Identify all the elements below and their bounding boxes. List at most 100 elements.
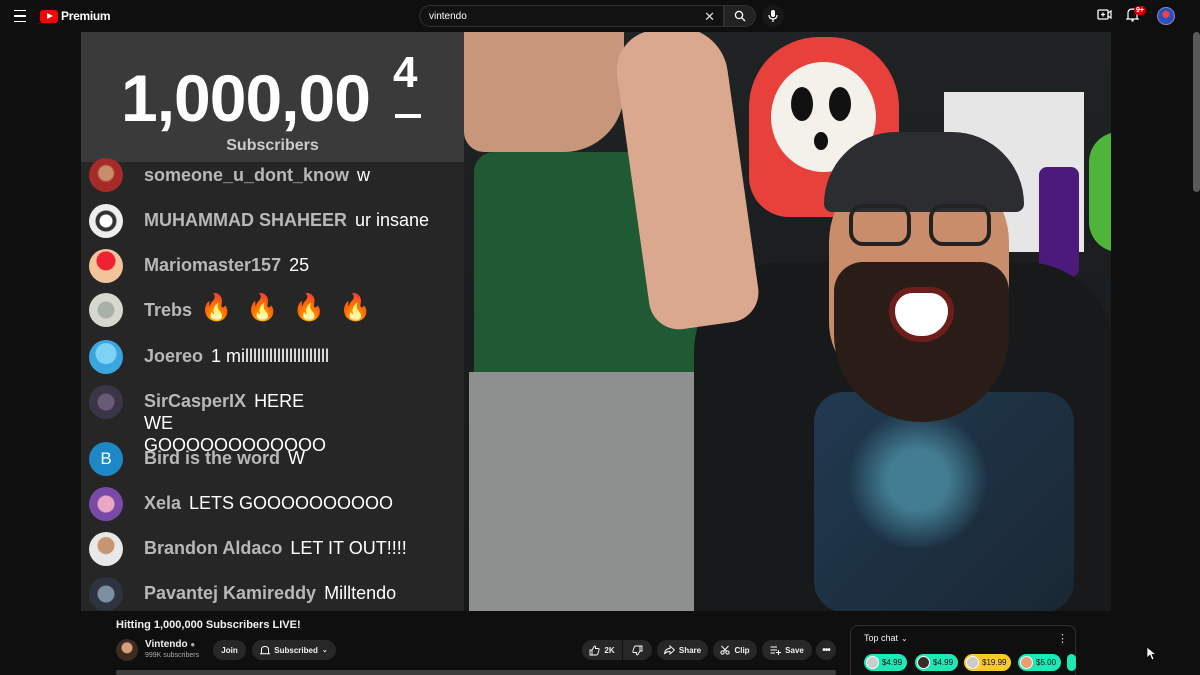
search-icon <box>734 10 746 22</box>
chat-text: LETS GOOOOOOOOOO <box>189 493 394 513</box>
subscriber-count: 999K subscribers <box>145 652 200 659</box>
create-button[interactable] <box>1097 8 1112 26</box>
kebab-icon[interactable]: ⋮ <box>1057 632 1068 645</box>
chat-avatar <box>89 204 123 238</box>
video-details: Hitting 1,000,000 Subscribers LIVE! Vint… <box>0 611 1200 675</box>
page-scrollbar[interactable] <box>1193 32 1200 192</box>
counter-label: Subscribers <box>226 137 319 154</box>
more-actions-button[interactable]: ••• <box>816 640 836 660</box>
chat-message: Joereo 1 milllllllllllllllllllll <box>89 340 329 374</box>
share-button[interactable]: Share <box>657 640 708 660</box>
chat-author: SirCasperIX <box>144 391 247 411</box>
join-button[interactable]: Join <box>213 640 246 660</box>
youtube-logo-icon <box>40 9 58 23</box>
super-chat-amount: $19.99 <box>982 658 1007 667</box>
save-button[interactable]: Save <box>762 640 812 660</box>
super-chat-chip-partial[interactable] <box>1067 654 1076 671</box>
top-bar: Premium ✕ 9+ <box>0 0 1200 32</box>
voice-search-button[interactable] <box>762 5 784 27</box>
chat-author: Joereo <box>144 346 204 366</box>
chat-message: Pavantej Kamireddy Milltendo <box>89 577 396 611</box>
channel-avatar[interactable] <box>116 639 138 661</box>
chat-avatar <box>89 158 123 192</box>
super-chat-avatar <box>1020 656 1033 669</box>
clear-icon[interactable]: ✕ <box>704 9 715 25</box>
chat-author: Trebs <box>144 300 193 320</box>
super-chat-amount: $4.99 <box>933 658 954 667</box>
chat-avatar <box>89 249 123 283</box>
counter-last-digit: 4 <box>393 48 418 97</box>
subscribed-label: Subscribed <box>274 645 318 655</box>
clip-icon <box>720 645 731 655</box>
person-left-arm <box>464 32 624 152</box>
super-chat-avatar <box>966 656 979 669</box>
channel-name[interactable]: Vintendo ● <box>145 639 195 650</box>
super-chat-avatar <box>866 656 879 669</box>
super-chat-chip[interactable]: $4.99 <box>915 654 959 671</box>
chat-avatar <box>89 532 123 566</box>
create-icon <box>1097 9 1112 20</box>
notification-badge: 9+ <box>1134 6 1146 15</box>
stream-overlay-panel: 1,000,00 4 Subscribers someone_u_dont_kn… <box>81 32 464 611</box>
top-chat-selector[interactable]: Top chat ⌄ <box>864 633 908 643</box>
chat-avatar <box>89 487 123 521</box>
streamer-glasses <box>849 204 999 248</box>
chat-author: Brandon Aldaco <box>144 538 283 558</box>
chat-text: W <box>288 448 306 468</box>
bell-outline-icon <box>260 645 271 654</box>
streamer-shirt-art <box>814 392 1074 611</box>
live-chat-panel: Top chat ⌄ ⋮ $4.99 $4.99 $19.99 $5.00 <box>850 625 1076 675</box>
like-button[interactable]: 2K <box>582 640 622 660</box>
menu-icon[interactable] <box>12 8 28 24</box>
super-chat-amount: $5.00 <box>1036 658 1057 667</box>
chat-avatar: B <box>89 442 123 476</box>
chat-message: B Bird is the word W <box>89 442 305 476</box>
chat-text: 1 milllllllllllllllllllll <box>211 346 330 366</box>
chat-author: someone_u_dont_know <box>144 165 350 185</box>
subscriber-counter: 1,000,00 4 Subscribers <box>81 32 464 162</box>
super-chat-chip[interactable]: $5.00 <box>1018 654 1062 671</box>
channel-name-text: Vintendo <box>145 639 188 650</box>
counter-value: 1,000,00 <box>121 61 371 135</box>
clip-button[interactable]: Clip <box>713 640 757 660</box>
chat-author: Mariomaster157 <box>144 255 282 275</box>
chat-message: MUHAMMAD SHAHEER ur insane <box>89 204 429 238</box>
share-icon <box>663 645 675 655</box>
chat-message: Mariomaster157 25 <box>89 249 309 283</box>
top-chat-label: Top chat <box>864 633 899 643</box>
chat-message: Brandon Aldaco LET IT OUT!!!! <box>89 532 407 566</box>
chat-message: someone_u_dont_know w <box>89 158 370 192</box>
chat-author: Bird is the word <box>144 448 281 468</box>
search-box[interactable]: ✕ <box>419 5 724 27</box>
save-label: Save <box>785 645 804 655</box>
chat-avatar <box>89 340 123 374</box>
green-plush <box>1089 132 1111 252</box>
more-icon: ••• <box>822 644 830 656</box>
verified-icon: ● <box>190 640 196 649</box>
save-icon <box>770 646 782 655</box>
clip-label: Clip <box>734 645 750 655</box>
youtube-logo[interactable]: Premium <box>40 9 111 23</box>
super-chat-chip[interactable]: $19.99 <box>964 654 1012 671</box>
join-label: Join <box>221 645 238 655</box>
video-progress-bar[interactable] <box>116 670 836 675</box>
chat-avatar <box>89 293 123 327</box>
like-count: 2K <box>604 645 615 655</box>
chat-author: MUHAMMAD SHAHEER <box>144 210 347 230</box>
dislike-button[interactable] <box>623 640 652 660</box>
account-avatar[interactable] <box>1157 7 1175 25</box>
chat-text: LET IT OUT!!!! <box>290 538 407 558</box>
chat-message: Trebs 🔥🔥🔥🔥 <box>89 293 386 327</box>
video-player[interactable]: 1,000,00 4 Subscribers someone_u_dont_kn… <box>81 32 1111 611</box>
webcam-video <box>464 32 1111 611</box>
chat-text: Milltendo <box>324 583 397 603</box>
chat-text: 25 <box>289 255 310 275</box>
search-input[interactable] <box>429 10 699 22</box>
share-label: Share <box>678 645 702 655</box>
chat-avatar <box>89 577 123 611</box>
search-button[interactable] <box>724 5 756 27</box>
video-title: Hitting 1,000,000 Subscribers LIVE! <box>116 619 301 631</box>
super-chat-chip[interactable]: $4.99 <box>864 654 908 671</box>
subscribed-button[interactable]: Subscribed ⌄ <box>252 640 336 660</box>
super-chat-avatar <box>917 656 930 669</box>
